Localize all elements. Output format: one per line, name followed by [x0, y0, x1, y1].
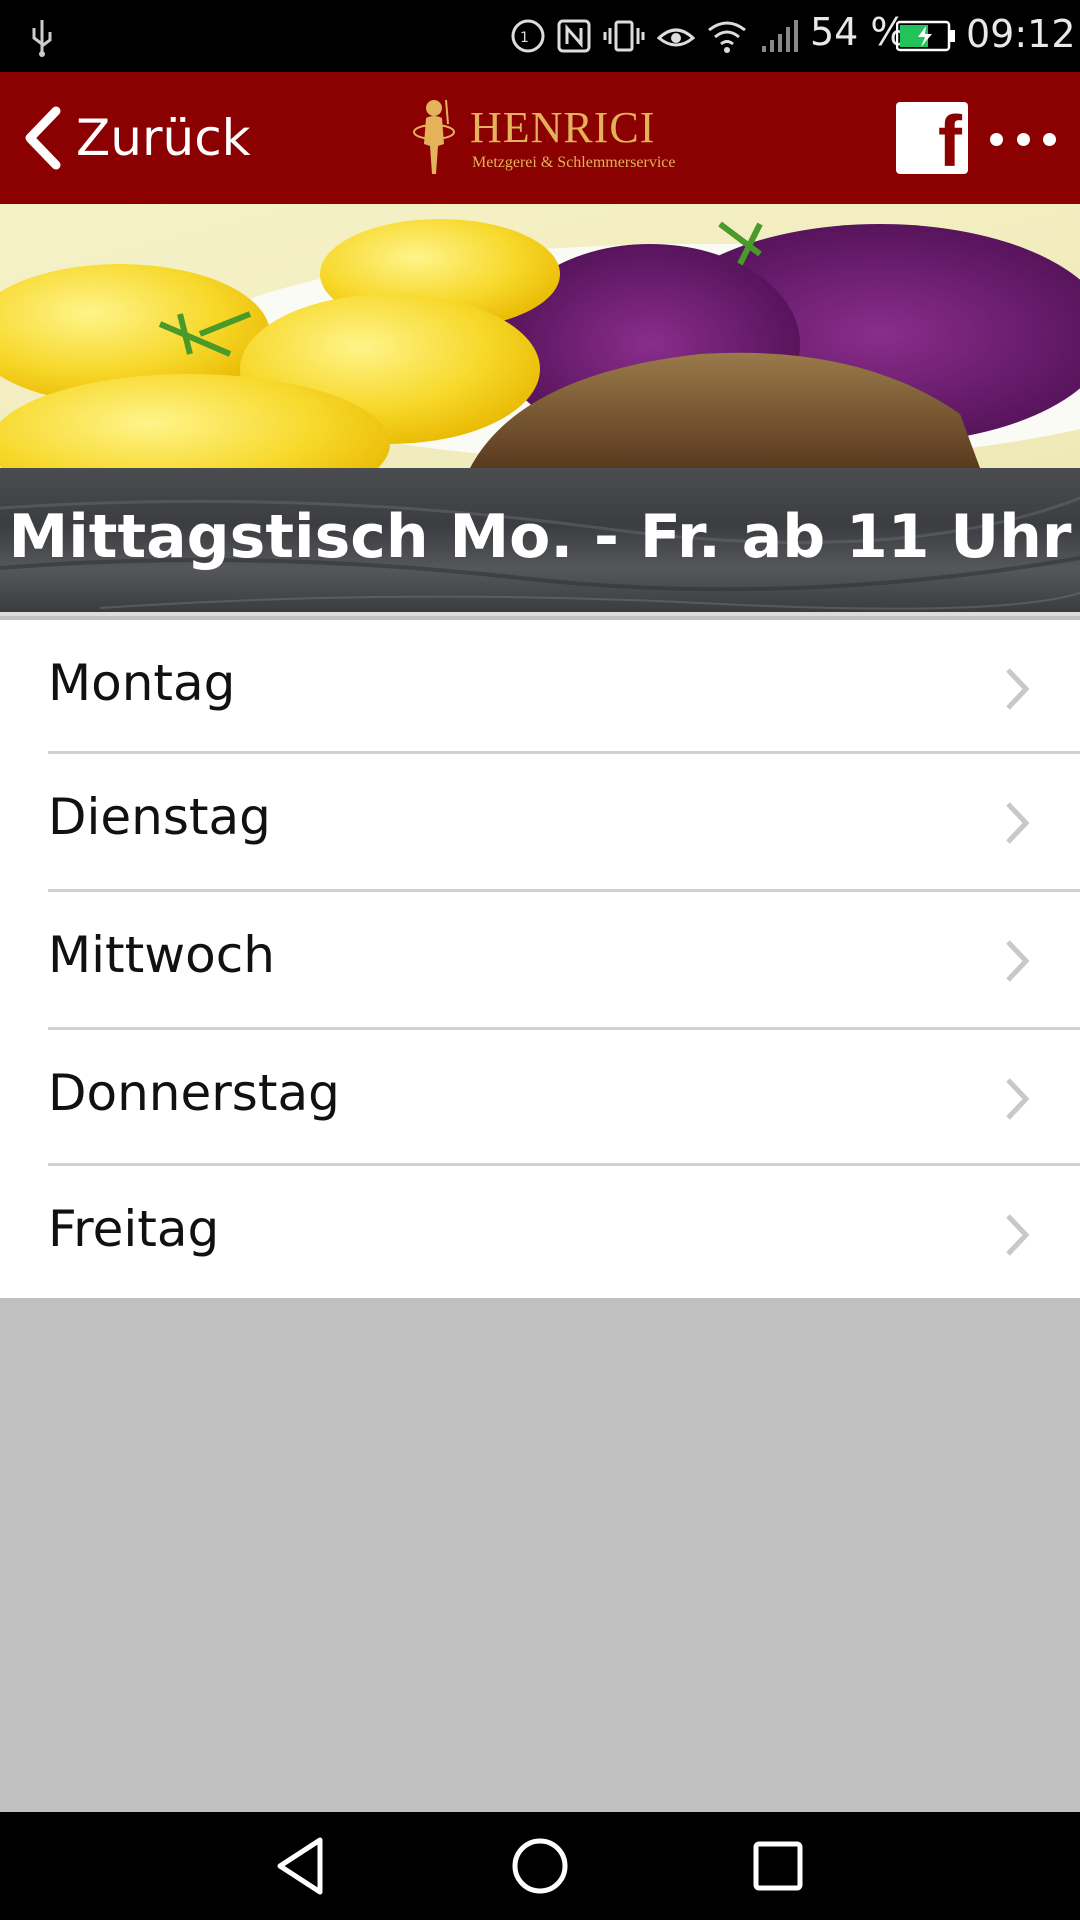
facebook-icon: f: [938, 102, 962, 182]
list-item-label: Donnerstag: [48, 1064, 340, 1122]
battery-charging-icon: [896, 20, 955, 52]
dot: [1043, 132, 1056, 146]
list-item-label: Montag: [48, 654, 236, 712]
henrici-logo: HENRICI Metzgerei & Schlemmerservice: [400, 88, 690, 184]
list-item-montag[interactable]: Montag: [0, 620, 1080, 754]
list-item-dienstag[interactable]: Dienstag: [0, 754, 1080, 892]
list-item-label: Mittwoch: [48, 926, 275, 984]
list-item-label: Dienstag: [48, 788, 271, 846]
recents-square-icon[interactable]: [746, 1834, 810, 1898]
navigation-bar: [0, 1812, 1080, 1920]
data-saver-icon: 1: [511, 19, 545, 53]
more-options-button[interactable]: [990, 124, 1056, 154]
list-item-mittwoch[interactable]: Mittwoch: [0, 892, 1080, 1030]
facebook-button[interactable]: f: [896, 102, 968, 178]
list-item-label: Freitag: [48, 1200, 220, 1258]
chevron-right-icon: [1006, 668, 1030, 710]
eye-comfort-icon: [656, 28, 696, 47]
clock: 09:12: [966, 12, 1076, 56]
status-icons: 1: [510, 14, 802, 58]
home-circle-icon[interactable]: [508, 1834, 572, 1898]
weekday-list: Montag Dienstag Mittwoch Donnerstag Frei…: [0, 620, 1080, 1298]
dot: [1016, 132, 1030, 146]
back-label: Zurück: [76, 109, 251, 167]
chevron-right-icon: [1006, 940, 1030, 982]
svg-text:1: 1: [520, 30, 529, 46]
logo-title: HENRICI: [470, 103, 656, 152]
nfc-icon: [557, 19, 591, 53]
app-header: Zurück HENRICI Metzgerei & Schlemmerserv…: [0, 72, 1080, 204]
chevron-right-icon: [1006, 802, 1030, 844]
banner-title: Mittagstisch Mo. - Fr. ab 11 Uhr: [8, 502, 1072, 572]
hero-food-image: [0, 204, 1080, 468]
wifi-icon: [708, 21, 746, 53]
dot: [990, 132, 1003, 146]
chevron-left-icon: [25, 106, 61, 170]
battery-percent: 54 %: [810, 10, 907, 54]
list-item-donnerstag[interactable]: Donnerstag: [0, 1030, 1080, 1166]
menu-title-banner: Mittagstisch Mo. - Fr. ab 11 Uhr: [0, 468, 1080, 616]
status-bar: 1 54 % 09:12: [0, 0, 1080, 72]
usb-icon: [32, 20, 52, 57]
list-item-freitag[interactable]: Freitag: [0, 1166, 1080, 1298]
signal-icon: [762, 20, 798, 52]
vibrate-icon: [603, 20, 645, 52]
back-button[interactable]: Zurück: [20, 100, 251, 176]
chevron-right-icon: [1006, 1214, 1030, 1256]
butcher-figure-icon: [413, 99, 455, 174]
back-triangle-icon[interactable]: [270, 1834, 334, 1898]
logo-subtitle: Metzgerei & Schlemmerservice: [472, 154, 676, 171]
chevron-right-icon: [1006, 1078, 1030, 1120]
